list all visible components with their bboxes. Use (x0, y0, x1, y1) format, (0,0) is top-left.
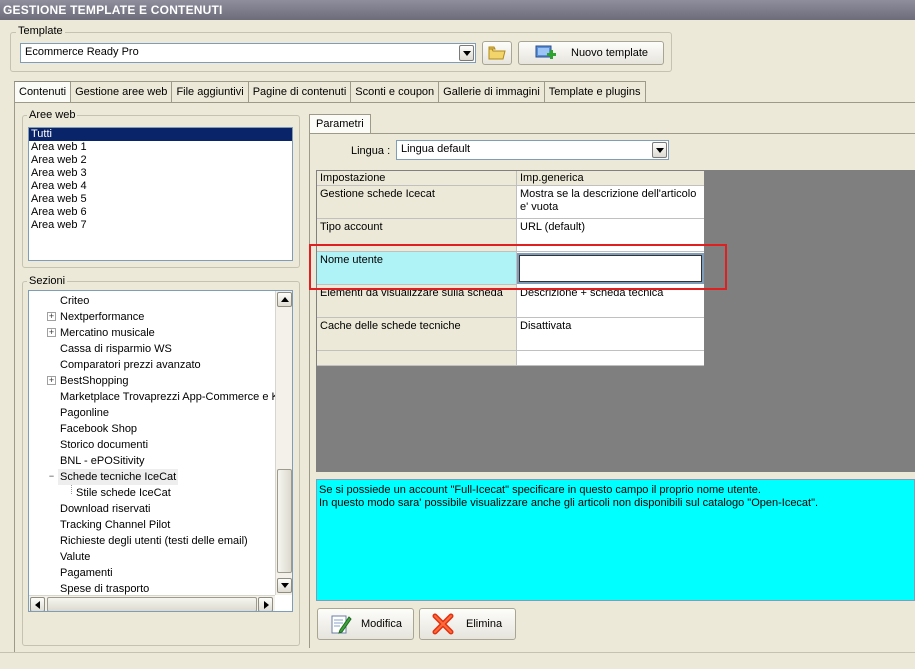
list-item[interactable]: Area web 5 (29, 193, 292, 206)
delete-icon (432, 613, 454, 635)
sezioni-label: Sezioni (27, 275, 68, 287)
help-text-line: In questo modo sara' possibile visualizz… (319, 497, 819, 509)
edit-icon (331, 615, 352, 634)
tree-item[interactable]: Pagonline (60, 405, 109, 421)
scroll-down-button[interactable] (277, 578, 292, 593)
expand-icon[interactable]: + (47, 312, 56, 321)
highlight-box (309, 244, 727, 290)
setting-value[interactable] (517, 351, 704, 366)
tree-item[interactable]: Mercatino musicale (60, 325, 155, 341)
list-item[interactable]: Area web 3 (29, 167, 292, 180)
template-group-label: Template (16, 25, 65, 37)
scroll-left-button[interactable] (30, 597, 45, 611)
vertical-scroll-thumb[interactable] (277, 469, 292, 573)
expand-icon[interactable]: + (47, 376, 56, 385)
tab-gestione-aree-web[interactable]: Gestione aree web (71, 81, 173, 102)
tab-parametri[interactable]: Parametri (309, 114, 371, 133)
col-header-impostazione: Impostazione (317, 171, 517, 186)
tree-item[interactable]: Tracking Channel Pilot (60, 517, 170, 533)
tab-contenuti[interactable]: Contenuti (14, 81, 72, 103)
tree-item[interactable]: Criteo (60, 293, 89, 309)
tree-item[interactable]: Comparatori prezzi avanzato (60, 357, 201, 373)
tree-item[interactable]: Stile schede IceCat (76, 485, 171, 501)
list-item[interactable]: Area web 1 (29, 141, 292, 154)
setting-value[interactable]: Disattivata (517, 318, 704, 351)
tab-pagine-di-contenuti[interactable]: Pagine di contenuti (248, 81, 352, 102)
tree-item-selected[interactable]: Schede tecniche IceCat (58, 469, 179, 485)
modifica-button[interactable]: Modifica (317, 608, 414, 640)
tree-item[interactable]: Cassa di risparmio WS (60, 341, 172, 357)
lingua-select[interactable]: Lingua default (396, 140, 669, 160)
scroll-up-button[interactable] (277, 292, 292, 307)
tree-item[interactable]: Nextperformance (60, 309, 144, 325)
tree-item[interactable]: BestShopping (60, 373, 129, 389)
template-select-dropdown-button[interactable] (459, 45, 474, 61)
window-title: GESTIONE TEMPLATE E CONTENUTI (0, 0, 915, 20)
expand-icon[interactable]: + (47, 328, 56, 337)
tree-vertical-scrollbar[interactable] (275, 291, 292, 595)
status-bar (0, 652, 915, 669)
col-header-imp-generica: Imp.generica (517, 171, 704, 186)
new-template-label: Nuovo template (571, 47, 649, 59)
tree-horizontal-scrollbar[interactable] (29, 595, 275, 611)
lingua-select-value: Lingua default (401, 143, 471, 155)
tab-template-e-plugins[interactable]: Template e plugins (544, 81, 646, 102)
list-item[interactable]: Area web 7 (29, 219, 292, 232)
aree-web-label: Aree web (27, 109, 78, 121)
tree-item[interactable]: Download riservati (60, 501, 150, 517)
tree-item[interactable]: Richieste degli utenti (testi delle emai… (60, 533, 248, 549)
setting-key[interactable] (317, 351, 517, 366)
tree-connector (71, 485, 72, 494)
lingua-label: Lingua : (351, 145, 391, 157)
scroll-right-button[interactable] (258, 597, 273, 611)
tree-item[interactable]: Pagamenti (60, 565, 113, 581)
help-text-box: Se si possiede un account "Full-Icecat" … (316, 479, 915, 601)
main-tabs: Contenuti Gestione aree web File aggiunt… (14, 81, 646, 103)
tree-item[interactable]: Facebook Shop (60, 421, 137, 437)
tab-gallerie-di-immagini[interactable]: Gallerie di immagini (439, 81, 545, 102)
folder-icon (488, 46, 506, 60)
list-item[interactable]: Area web 4 (29, 180, 292, 193)
list-item[interactable]: Area web 6 (29, 206, 292, 219)
list-item[interactable]: Tutti (29, 128, 292, 141)
setting-key[interactable]: Gestione schede Icecat (317, 186, 517, 219)
elimina-label: Elimina (466, 618, 503, 630)
new-template-button[interactable]: Nuovo template (518, 41, 664, 65)
tab-file-aggiuntivi[interactable]: File aggiuntivi (172, 81, 249, 102)
setting-value[interactable]: Mostra se la descrizione dell'articolo e… (517, 186, 704, 219)
setting-key[interactable]: Cache delle schede tecniche (317, 318, 517, 351)
tree-item[interactable]: Marketplace Trovaprezzi App-Commerce e K… (60, 389, 276, 405)
tab-sconti-e-coupon[interactable]: Sconti e coupon (351, 81, 440, 102)
lingua-select-dropdown-button[interactable] (652, 142, 667, 158)
list-item[interactable]: Area web 2 (29, 154, 292, 167)
aree-web-list[interactable]: Tutti Area web 1 Area web 2 Area web 3 A… (28, 127, 293, 261)
modifica-label: Modifica (361, 618, 402, 630)
tree-item[interactable]: Storico documenti (60, 437, 148, 453)
elimina-button[interactable]: Elimina (419, 608, 516, 640)
open-folder-button[interactable] (482, 41, 512, 65)
tree-item[interactable]: Valute (60, 549, 90, 565)
sezioni-tree[interactable]: Criteo + Nextperformance + Mercatino mus… (28, 290, 293, 612)
help-text-line: Se si possiede un account "Full-Icecat" … (319, 484, 761, 496)
horizontal-scroll-thumb[interactable] (47, 597, 257, 611)
template-select[interactable]: Ecommerce Ready Pro (20, 43, 476, 63)
tree-item[interactable]: BNL - ePOSitivity (60, 453, 145, 469)
template-select-value: Ecommerce Ready Pro (25, 46, 139, 58)
new-template-icon (535, 45, 556, 59)
collapse-icon[interactable]: − (47, 472, 56, 481)
